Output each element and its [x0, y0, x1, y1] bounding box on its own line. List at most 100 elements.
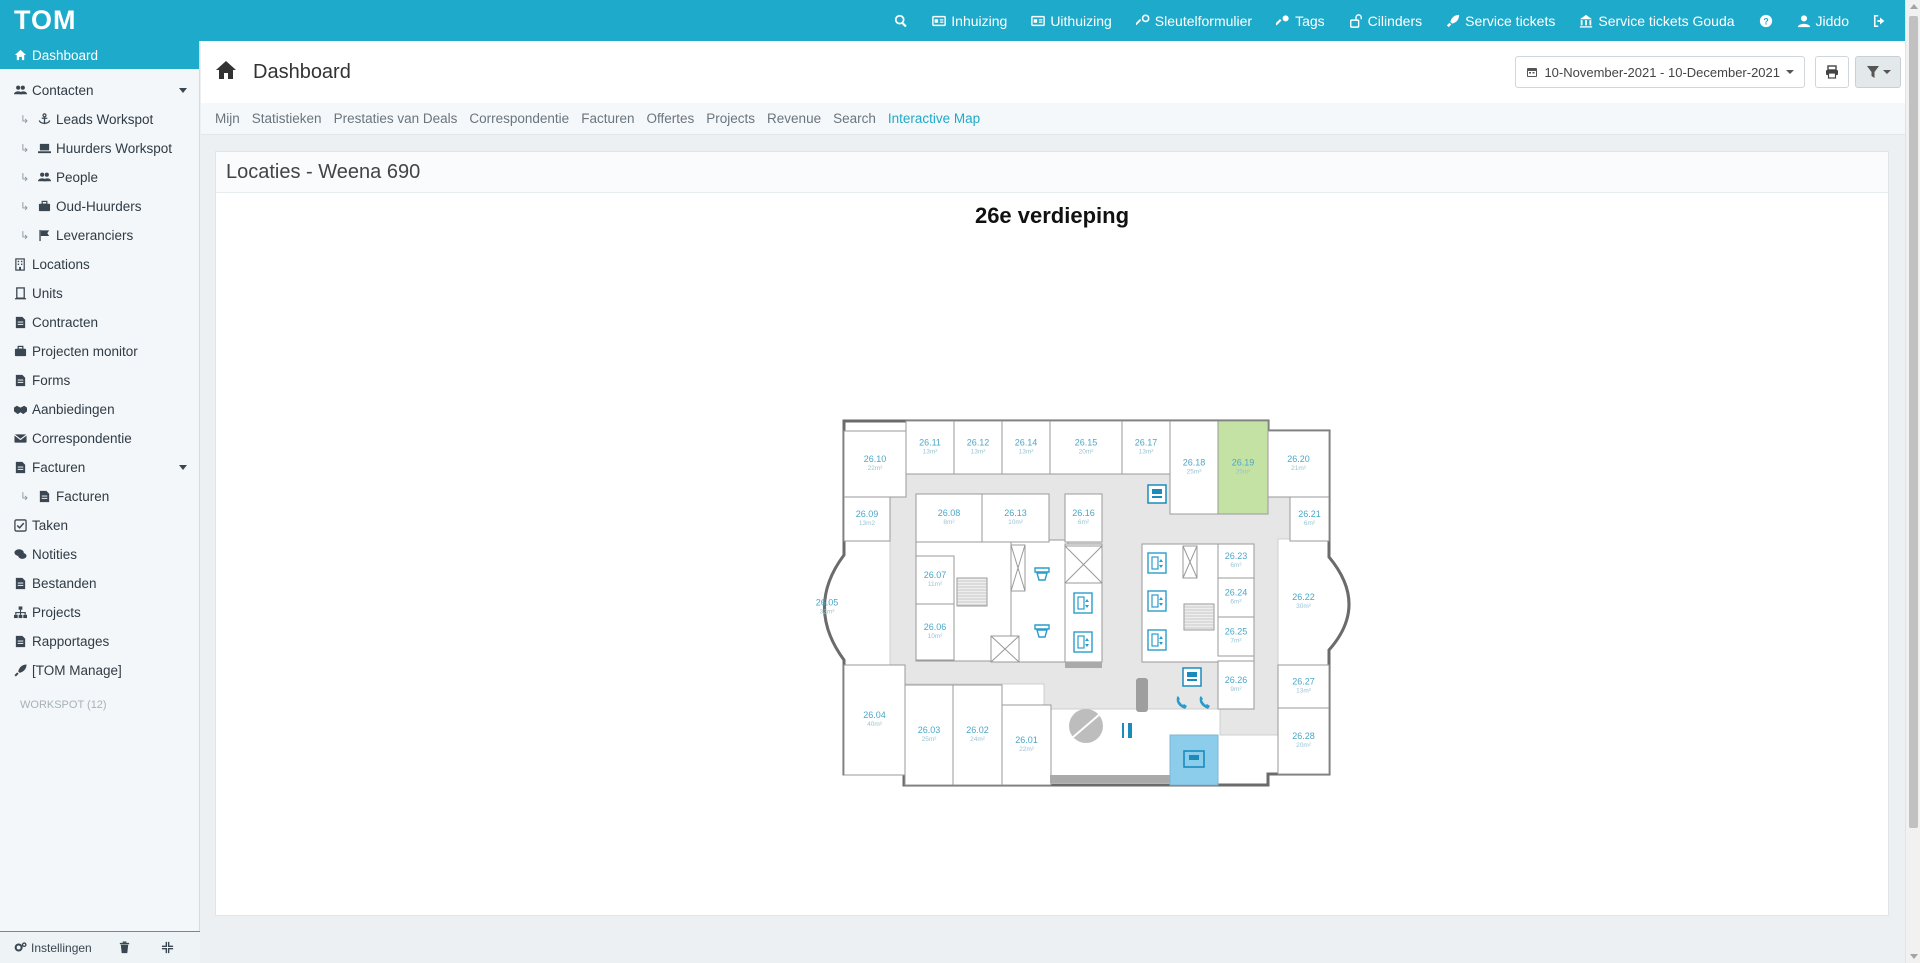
sidebar-item-correspondentie[interactable]: Correspondentie — [0, 424, 199, 453]
room-number: 26.16 — [1072, 508, 1095, 518]
room-26-16[interactable]: 26.166m² — [1064, 493, 1103, 543]
sidebar-item-dashboard[interactable]: Dashboard — [0, 41, 199, 69]
sidebar-item-tom-manage[interactable]: [TOM Manage] — [0, 656, 199, 685]
nav-cilinders[interactable]: Cilinders — [1337, 0, 1434, 41]
sidebar-item-notities[interactable]: Notities — [0, 540, 199, 569]
help-icon: ? — [1759, 14, 1772, 27]
room-number: 26.02 — [966, 725, 989, 735]
logout-button[interactable] — [1861, 0, 1899, 41]
tab-revenue[interactable]: Revenue — [767, 111, 821, 126]
tab-correspondentie[interactable]: Correspondentie — [469, 111, 569, 126]
room-26-28[interactable]: 26.2820m² — [1277, 707, 1330, 775]
scroll-thumb[interactable] — [1909, 16, 1918, 828]
chevron-down-icon[interactable] — [179, 88, 187, 93]
room-26-07[interactable]: 26.0711m² — [915, 555, 955, 605]
room-area — [1289, 496, 1330, 542]
collapse-sidebar-button[interactable] — [161, 941, 178, 954]
room-26-14[interactable]: 26.1413m² — [1001, 420, 1051, 475]
room-area — [1217, 577, 1255, 618]
sidebar-item-oud-huurders[interactable]: ↳ Oud-Huurders — [0, 192, 199, 221]
room-26-13[interactable]: 26.1310m² — [981, 493, 1050, 543]
chevron-down-icon[interactable] — [179, 465, 187, 470]
sidebar-item-huurders-workspot[interactable]: ↳ Huurders Workspot — [0, 134, 199, 163]
room-26-12[interactable]: 26.1213m² — [953, 420, 1003, 475]
room-26-02[interactable]: 26.0224m² — [952, 684, 1003, 786]
sidebar-item-bestanden[interactable]: Bestanden — [0, 569, 199, 598]
room-size: 20m² — [1079, 449, 1095, 456]
sidebar-item-facturen[interactable]: ↳ Facturen — [0, 482, 199, 511]
room-26-09[interactable]: 26.0913m2 — [843, 496, 891, 542]
main-content: Dashboard 10-November-2021 - 10-December… — [201, 41, 1905, 963]
room-26-08[interactable]: 26.088m² — [915, 493, 983, 543]
date-range-picker[interactable]: 10-November-2021 - 10-December-2021 — [1515, 56, 1805, 88]
settings-button[interactable]: Instellingen — [14, 941, 92, 955]
room-26-11[interactable]: 26.1113m² — [905, 420, 955, 475]
room-26-24[interactable]: 26.246m² — [1217, 577, 1255, 618]
sidebar-item-projects[interactable]: Projects — [0, 598, 199, 627]
room-26-06[interactable]: 26.0610m² — [915, 603, 955, 661]
nav-service-tickets[interactable]: Service tickets — [1434, 0, 1567, 41]
tab-prestaties-van-deals[interactable]: Prestaties van Deals — [334, 111, 458, 126]
room-26-17[interactable]: 26.1713m² — [1121, 420, 1171, 475]
anchor-icon — [38, 113, 51, 125]
tab-search[interactable]: Search — [833, 111, 876, 126]
sidebar-item-leads-workspot[interactable]: ↳ Leads Workspot — [0, 105, 199, 134]
sidebar-item-aanbiedingen[interactable]: Aanbiedingen — [0, 395, 199, 424]
room-26-20[interactable]: 26.2021m² — [1267, 430, 1330, 498]
sidebar-item-forms[interactable]: Forms — [0, 366, 199, 395]
nav-inhuizing[interactable]: Inhuizing — [920, 0, 1019, 41]
room-26-23[interactable]: 26.236m² — [1217, 543, 1255, 579]
sidebar-item-contacten[interactable]: Contacten — [0, 76, 199, 105]
sidebar-item-leveranciers[interactable]: ↳ Leveranciers — [0, 221, 199, 250]
room-26-18[interactable]: 26.1825m² — [1169, 420, 1219, 515]
sidebar-item-units[interactable]: Units — [0, 279, 199, 308]
search-button[interactable] — [882, 0, 920, 41]
page-scrollbar[interactable] — [1905, 0, 1920, 963]
tab-projects[interactable]: Projects — [706, 111, 755, 126]
scroll-up-arrow[interactable] — [1910, 4, 1918, 9]
room-26-27[interactable]: 26.2713m² — [1277, 664, 1330, 709]
scroll-down-arrow[interactable] — [1910, 954, 1918, 959]
app-logo[interactable]: TOM — [0, 5, 200, 36]
room-26-21[interactable]: 26.216m² — [1289, 496, 1330, 542]
print-button[interactable] — [1815, 56, 1849, 88]
filter-button[interactable] — [1855, 56, 1901, 88]
user-menu[interactable]: Jiddo — [1785, 0, 1861, 41]
id-card-icon — [1031, 15, 1046, 26]
room-26-25[interactable]: 26.257m² — [1217, 616, 1255, 657]
tab-mijn[interactable]: Mijn — [215, 111, 240, 126]
nav-tags[interactable]: Tags — [1264, 0, 1337, 41]
sidebar-item-label: People — [56, 170, 99, 185]
home-icon — [14, 49, 27, 60]
room-26-26[interactable]: 26.269m² — [1217, 660, 1255, 710]
sidebar-item-people[interactable]: ↳ People — [0, 163, 199, 192]
tab-facturen[interactable]: Facturen — [581, 111, 634, 126]
room-number: 26.19 — [1232, 458, 1255, 468]
sidebar-item-taken[interactable]: Taken — [0, 511, 199, 540]
sidebar-item-rapportages[interactable]: Rapportages — [0, 627, 199, 656]
tab-statistieken[interactable]: Statistieken — [252, 111, 322, 126]
tree-connector: ↳ — [20, 201, 30, 213]
room-size: 22m² — [1019, 746, 1035, 753]
room-area — [1277, 707, 1330, 775]
room-26-01[interactable]: 26.0122m² — [1001, 704, 1052, 786]
room-area — [1001, 704, 1052, 786]
room-26-10[interactable]: 26.1022m² — [843, 430, 907, 498]
sidebar-item-projecten-monitor[interactable]: Projecten monitor — [0, 337, 199, 366]
room-26-15[interactable]: 26.1520m² — [1049, 420, 1123, 475]
nav-sleutelformulier[interactable]: Sleutelformulier — [1124, 0, 1264, 41]
room-26-19[interactable]: 26.1925m² — [1217, 420, 1269, 515]
nav-service-tickets-gouda[interactable]: Service tickets Gouda — [1567, 0, 1746, 41]
tab-offertes[interactable]: Offertes — [646, 111, 694, 126]
meeting-room-selected[interactable] — [1169, 734, 1219, 786]
room-26-03[interactable]: 26.0325m² — [904, 684, 954, 786]
room-26-04[interactable]: 26.0440m² — [843, 664, 906, 776]
sidebar-item-facturen[interactable]: Facturen — [0, 453, 199, 482]
tab-interactive-map[interactable]: Interactive Map — [888, 111, 980, 126]
sidebar-item-contracten[interactable]: Contracten — [0, 308, 199, 337]
sidebar-item-locations[interactable]: Locations — [0, 250, 199, 279]
help-button[interactable]: ? — [1747, 0, 1785, 41]
nav-uithuizing[interactable]: Uithuizing — [1019, 0, 1123, 41]
clear-cache-button[interactable] — [118, 941, 135, 954]
nav-sleutelformulier-label: Sleutelformulier — [1154, 12, 1253, 29]
